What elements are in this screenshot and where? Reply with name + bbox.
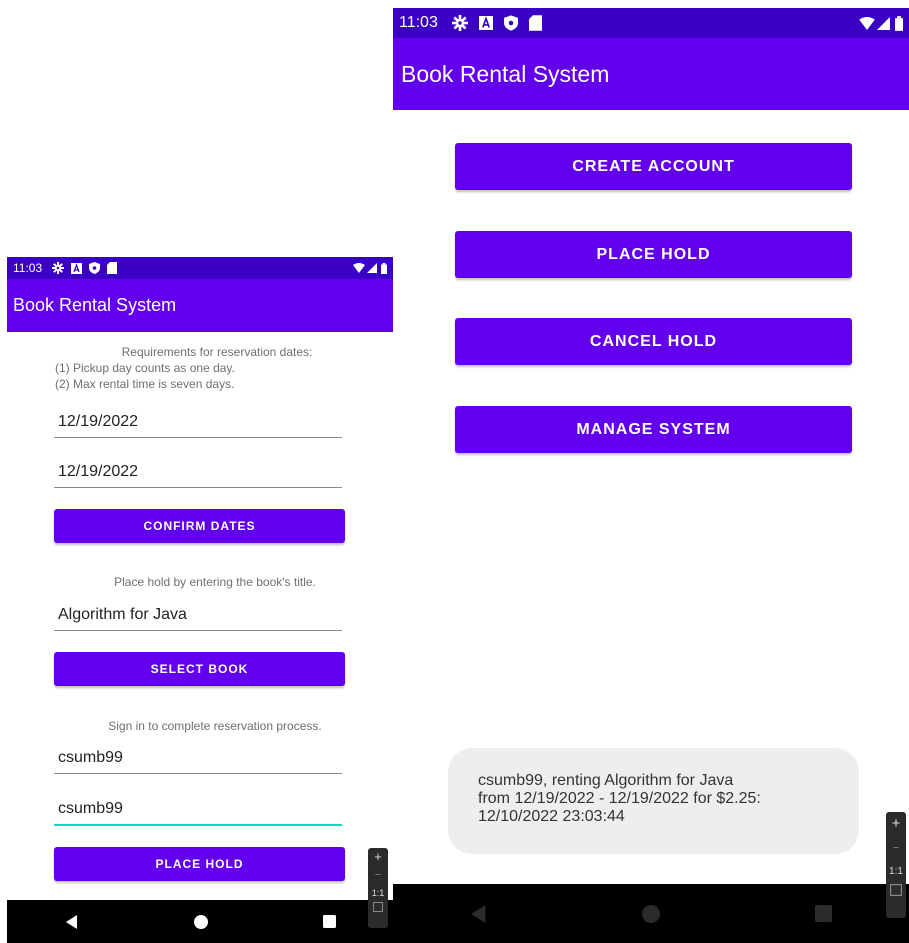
- notification-icons: [451, 15, 542, 31]
- toast-line-2: from 12/19/2022 - 12/19/2022 for $2.25:: [478, 790, 761, 807]
- status-time: 11:03: [13, 261, 43, 275]
- return-date-value: 12/19/2022: [58, 463, 139, 480]
- signal-icon: [877, 16, 890, 30]
- manage-system-label: MANAGE SYSTEM: [576, 420, 731, 438]
- select-book-label: SELECT BOOK: [150, 662, 249, 676]
- status-bar: 11:03: [393, 8, 909, 38]
- zoom-out-button[interactable]: −: [375, 866, 381, 884]
- username-field[interactable]: csumb99: [54, 739, 342, 774]
- app-bar: Book Rental System: [7, 279, 393, 332]
- zoom-reset-button[interactable]: 1:1: [372, 884, 385, 902]
- fit-screen-icon[interactable]: [373, 902, 383, 912]
- create-account-button[interactable]: CREATE ACCOUNT: [455, 143, 852, 190]
- place-hold-label: PLACE HOLD: [596, 245, 711, 263]
- confirm-dates-button[interactable]: CONFIRM DATES: [54, 509, 345, 543]
- left-phone-screen: 11:03 Book Rental System Requirements fo…: [7, 257, 393, 943]
- toast-line-1: csumb99, renting Algorithm for Java: [478, 772, 734, 789]
- battery-icon: [895, 15, 903, 31]
- wifi-icon: [353, 263, 365, 273]
- place-hold-label: PLACE HOLD: [155, 857, 244, 871]
- signal-icon: [367, 263, 377, 273]
- navigation-bar: [7, 900, 393, 943]
- status-time: 11:03: [399, 14, 438, 31]
- place-hold-button[interactable]: PLACE HOLD: [54, 847, 345, 881]
- sd-card-icon: [107, 262, 118, 274]
- app-title: Book Rental System: [13, 295, 177, 315]
- password-field[interactable]: csumb99: [54, 791, 342, 826]
- username-value: csumb99: [58, 749, 123, 766]
- cancel-hold-label: CANCEL HOLD: [589, 332, 718, 350]
- navigation-bar: [393, 884, 909, 943]
- create-account-label: CREATE ACCOUNT: [572, 157, 735, 175]
- title-hint: Place hold by entering the book's title.: [114, 575, 316, 589]
- settings-icon: [451, 15, 468, 31]
- shield-icon: [503, 15, 518, 31]
- confirmation-toast: csumb99, renting Algorithm for Java from…: [448, 748, 859, 854]
- notification-icons: [52, 262, 118, 274]
- pickup-date-value: 12/19/2022: [58, 413, 139, 430]
- right-zoom-controls: + − 1:1: [886, 812, 906, 918]
- return-date-field[interactable]: 12/19/2022: [54, 453, 342, 488]
- home-icon[interactable]: [642, 904, 661, 923]
- zoom-reset-button[interactable]: 1:1: [889, 860, 903, 884]
- home-icon[interactable]: [193, 914, 208, 929]
- confirm-dates-label: CONFIRM DATES: [143, 519, 256, 533]
- book-title-value: Algorithm for Java: [58, 606, 187, 623]
- signin-hint: Sign in to complete reservation process.: [108, 719, 322, 733]
- wifi-icon: [859, 16, 875, 30]
- battery-icon: [381, 262, 387, 274]
- requirements-rule-2: (2) Max rental time is seven days.: [55, 377, 235, 391]
- pickup-date-field[interactable]: 12/19/2022: [54, 403, 342, 438]
- left-zoom-controls: + − 1:1: [368, 848, 388, 928]
- right-phone-screen: 11:03 Book Rental System CREATE ACCOUNT …: [393, 8, 909, 943]
- sd-card-icon: [528, 15, 542, 31]
- zoom-in-button[interactable]: +: [892, 812, 901, 836]
- password-value: csumb99: [58, 800, 123, 817]
- place-hold-button[interactable]: PLACE HOLD: [455, 231, 852, 278]
- recents-icon[interactable]: [322, 915, 336, 928]
- manage-system-button[interactable]: MANAGE SYSTEM: [455, 406, 852, 453]
- requirements-rule-1: (1) Pickup day counts as one day.: [55, 361, 235, 375]
- zoom-in-button[interactable]: +: [374, 848, 382, 866]
- requirements-title: Requirements for reservation dates:: [121, 345, 313, 359]
- back-icon[interactable]: [65, 914, 79, 929]
- fit-screen-icon[interactable]: [890, 884, 902, 896]
- cancel-hold-button[interactable]: CANCEL HOLD: [455, 318, 852, 365]
- app-bar: Book Rental System: [393, 38, 909, 110]
- book-title-field[interactable]: Algorithm for Java: [54, 596, 342, 631]
- app-title: Book Rental System: [401, 60, 610, 87]
- toast-line-3: 12/10/2022 23:03:44: [478, 808, 625, 825]
- zoom-out-button[interactable]: −: [893, 836, 899, 860]
- settings-icon: [52, 262, 65, 274]
- requirements-text: Requirements for reservation dates: (1) …: [7, 344, 393, 392]
- select-book-button[interactable]: SELECT BOOK: [54, 652, 345, 686]
- android-a-icon: [478, 16, 493, 30]
- recents-icon[interactable]: [814, 905, 832, 922]
- back-icon[interactable]: [470, 904, 488, 923]
- shield-icon: [89, 262, 101, 274]
- status-bar: 11:03: [7, 257, 393, 279]
- android-a-icon: [71, 262, 83, 274]
